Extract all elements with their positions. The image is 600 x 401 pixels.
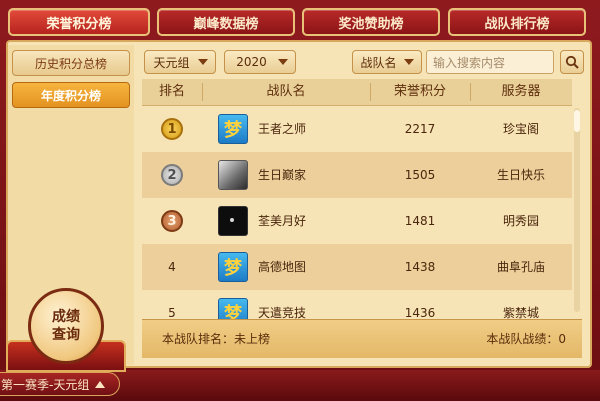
table-header: 排名 战队名 荣誉积分 服务器 [142, 79, 572, 106]
header-server: 服务器 [501, 84, 541, 99]
team-avatar: 梦 [218, 298, 248, 319]
search-button[interactable] [560, 50, 584, 74]
sidebar-item-label: 历史积分总榜 [34, 56, 107, 71]
tab-label: 奖池赞助榜 [338, 16, 404, 32]
team-avatar [218, 160, 248, 190]
tab-label: 荣誉积分榜 [46, 16, 112, 32]
table-row[interactable]: 4 梦 高德地图 1438 曲阜孔庙 [142, 244, 572, 290]
rank-number: 1 [167, 121, 177, 137]
honor-points: 1438 [404, 260, 436, 274]
rank-number: 3 [167, 213, 177, 229]
team-avatar: 梦 [218, 252, 248, 282]
rank-number: 5 [168, 306, 176, 319]
search-placeholder: 输入搜索内容 [433, 55, 506, 70]
server-name: 紫禁城 [502, 306, 539, 319]
honor-points: 1505 [404, 168, 436, 182]
sidebar-item-annual[interactable]: 年度积分榜 [12, 82, 130, 108]
my-team-rank: 本战队排名：未上榜 [162, 332, 271, 346]
search-type-value: 战队名 [360, 55, 397, 70]
header-team-name: 战队名 [266, 84, 306, 99]
scrollbar-track[interactable] [574, 108, 580, 312]
header-rank: 排名 [158, 84, 185, 99]
gold-medal-icon: 1 [161, 118, 183, 140]
season-label: 第一赛季-天元组 [1, 377, 90, 392]
server-name: 明秀园 [502, 214, 539, 228]
honor-points: 2217 [404, 122, 436, 136]
scrollbar-thumb[interactable] [574, 110, 580, 132]
my-team-record: 本战队战绩：0 [486, 332, 566, 346]
year-dropdown[interactable]: 2020 [224, 50, 296, 74]
honor-points: 1481 [404, 214, 436, 228]
team-name: 高德地图 [257, 260, 306, 274]
table-row[interactable]: 5 梦 天遣竞技 1436 紫禁城 [142, 290, 572, 319]
tab-team-ranking[interactable]: 战队排行榜 [448, 8, 586, 36]
header-honor-points: 荣誉积分 [393, 84, 446, 99]
silver-medal-icon: 2 [161, 164, 183, 186]
score-query-line1: 成绩 [52, 309, 80, 325]
rank-number: 4 [168, 260, 176, 274]
search-input[interactable]: 输入搜索内容 [426, 50, 554, 74]
sidebar-item-history-total[interactable]: 历史积分总榜 [12, 50, 130, 76]
tab-label: 巅峰数据榜 [193, 16, 259, 32]
group-dropdown[interactable]: 天元组 [144, 50, 216, 74]
score-query-line2: 查询 [52, 327, 80, 343]
bronze-medal-icon: 3 [161, 210, 183, 232]
server-name: 曲阜孔庙 [496, 260, 545, 274]
chevron-up-icon [95, 380, 106, 388]
team-avatar [218, 206, 248, 236]
server-name: 珍宝阁 [502, 122, 539, 136]
sidebar-item-label: 年度积分榜 [40, 88, 101, 103]
team-name: 生日巅家 [257, 168, 306, 182]
search-type-dropdown[interactable]: 战队名 [352, 50, 422, 74]
dream-logo-icon: 梦 [224, 120, 242, 141]
server-name: 生日快乐 [496, 168, 545, 182]
rank-number: 2 [167, 167, 177, 183]
table-row[interactable]: 2 生日巅家 1505 生日快乐 [142, 152, 572, 198]
top-tab-bar: 荣誉积分榜 巅峰数据榜 奖池赞助榜 战队排行榜 [6, 4, 594, 40]
team-avatar: 梦 [218, 114, 248, 144]
chevron-down-icon [404, 59, 414, 65]
ranking-table: 排名 战队名 荣誉积分 服务器 1 梦 王者之师 2217 珍宝阁 2 生日巅家… [142, 79, 586, 319]
table-row[interactable]: 3 荃美月好 1481 明秀园 [142, 198, 572, 244]
dream-logo-icon: 梦 [224, 258, 242, 279]
tab-label: 战队排行榜 [484, 16, 550, 32]
tab-honor-points[interactable]: 荣誉积分榜 [8, 8, 150, 36]
search-icon [565, 55, 579, 69]
team-name: 王者之师 [257, 122, 306, 136]
team-name: 天遣竞技 [257, 306, 306, 319]
team-name: 荃美月好 [257, 214, 306, 228]
year-dropdown-value: 2020 [236, 55, 267, 69]
tab-prize-pool[interactable]: 奖池赞助榜 [302, 8, 440, 36]
score-query-button[interactable]: 成绩 查询 [28, 288, 104, 364]
team-summary-bar: 本战队排名：未上榜 本战队战绩：0 [142, 319, 582, 358]
chevron-down-icon [278, 59, 288, 65]
group-dropdown-value: 天元组 [153, 55, 190, 70]
dream-logo-icon: 梦 [224, 304, 242, 319]
table-row[interactable]: 1 梦 王者之师 2217 珍宝阁 [142, 106, 572, 152]
season-selector[interactable]: 第一赛季-天元组 [0, 372, 120, 396]
honor-points: 1436 [404, 306, 436, 319]
chevron-down-icon [198, 59, 208, 65]
tab-peak-data[interactable]: 巅峰数据榜 [157, 8, 295, 36]
